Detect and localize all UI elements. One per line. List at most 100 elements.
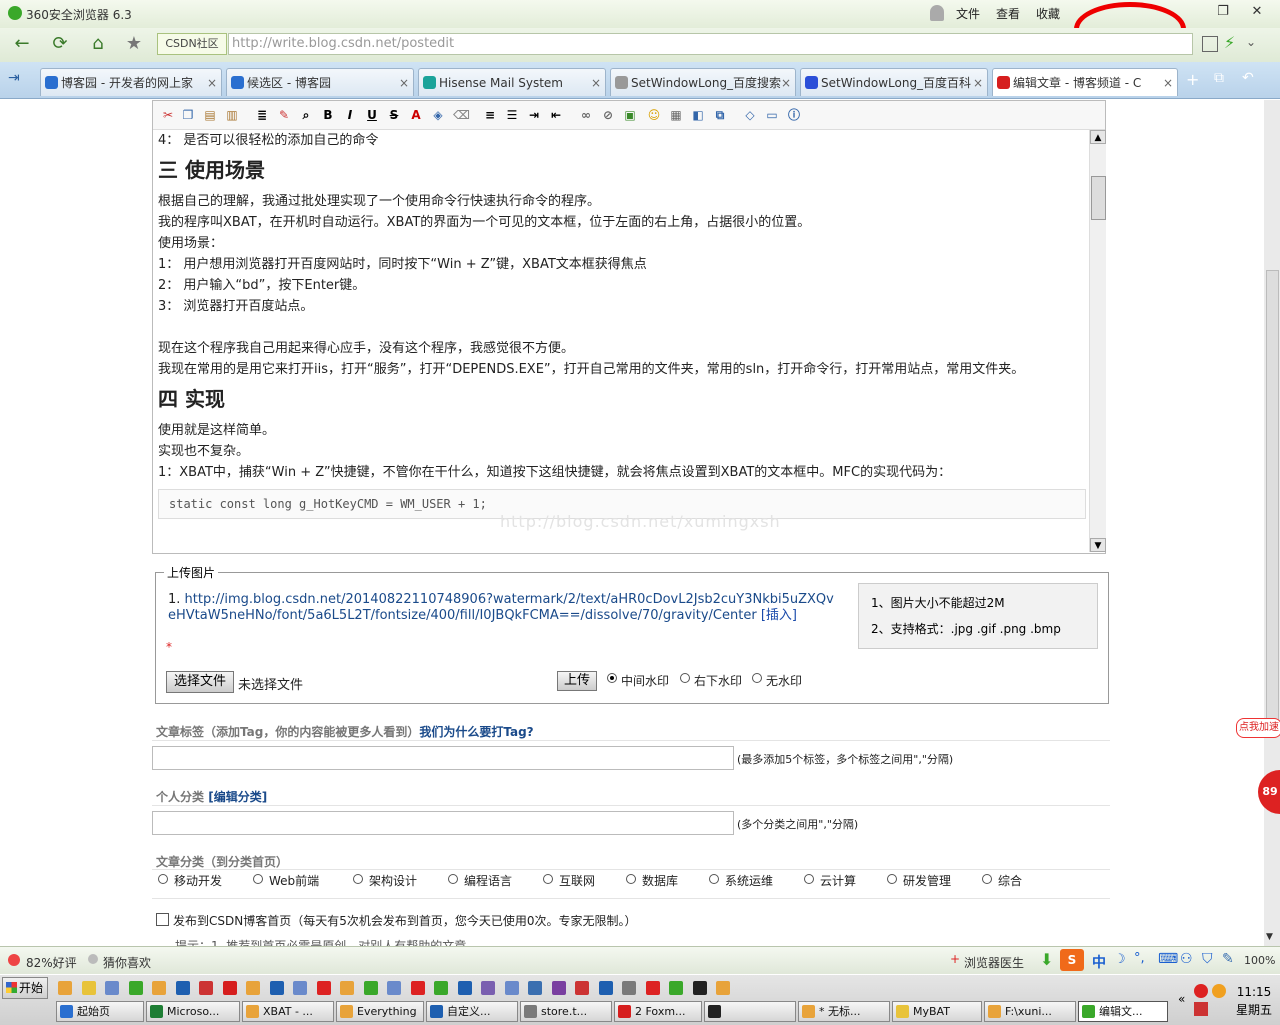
task-button[interactable]: MyBAT xyxy=(892,1001,982,1022)
category-radio[interactable] xyxy=(253,874,263,884)
format-brush-icon[interactable]: ✎ xyxy=(277,108,291,122)
quick-launch-icon[interactable] xyxy=(199,981,213,995)
tray-app-icon[interactable] xyxy=(1212,984,1226,998)
keyboard-icon[interactable]: ⌨ xyxy=(1158,951,1178,967)
scroll-down-icon[interactable]: ▼ xyxy=(1090,538,1106,552)
task-button[interactable]: 2 Foxm... xyxy=(614,1001,702,1022)
tab[interactable]: SetWindowLong_百度搜索 × xyxy=(610,68,796,96)
ime-mode[interactable]: 中 xyxy=(1092,952,1106,972)
quick-launch-icon[interactable] xyxy=(551,981,566,995)
download-icon[interactable]: ⬇ xyxy=(1040,950,1053,969)
editor-scrollbar[interactable]: ▲ ▼ xyxy=(1089,130,1106,552)
quick-launch-icon[interactable] xyxy=(293,981,307,995)
quick-launch-icon[interactable] xyxy=(152,981,166,995)
shirt-icon[interactable]: ⛉ xyxy=(1202,951,1213,967)
punctuation-icon[interactable]: °, xyxy=(1134,951,1145,966)
personal-category-input[interactable] xyxy=(152,811,734,835)
background-color-icon[interactable]: ◈ xyxy=(431,108,445,122)
quick-launch-icon[interactable] xyxy=(128,981,143,995)
page-scroll-down-icon[interactable]: ▼ xyxy=(1266,932,1273,942)
category-radio[interactable] xyxy=(982,874,992,884)
tab[interactable]: 博客园 - 开发者的网上家 × xyxy=(40,68,222,96)
task-button[interactable]: * 无标... xyxy=(798,1001,890,1022)
cut-icon[interactable]: ✂ xyxy=(161,108,175,122)
task-button[interactable]: 自定义... xyxy=(426,1001,518,1022)
indent-icon[interactable]: ⇥ xyxy=(527,108,541,122)
speed-ball[interactable]: 89 xyxy=(1258,770,1280,814)
paste-word-icon[interactable]: ≣ xyxy=(255,108,269,122)
tab[interactable]: 候选区 - 博客园 × xyxy=(226,68,414,96)
quick-launch-icon[interactable] xyxy=(622,981,636,995)
restore-icon[interactable]: ❐ xyxy=(1212,4,1234,22)
copy-icon[interactable]: ❐ xyxy=(181,108,195,122)
quick-launch-icon[interactable] xyxy=(504,981,519,995)
home-icon[interactable]: ⌂ xyxy=(86,32,110,56)
edit-category-link[interactable]: [编辑分类] xyxy=(208,790,267,804)
tab-list-icon[interactable]: ⧉ xyxy=(1214,70,1224,86)
tab-close-icon[interactable]: × xyxy=(207,69,217,96)
chevron-down-icon[interactable]: ⌄ xyxy=(1246,35,1256,49)
clock[interactable]: 11:15 星期五 xyxy=(1232,983,1276,1019)
paste-text-icon[interactable]: ▥ xyxy=(225,108,239,122)
scroll-thumb[interactable] xyxy=(1091,176,1106,220)
tab-close-icon[interactable]: × xyxy=(591,69,601,96)
quick-launch-icon[interactable] xyxy=(222,981,237,995)
task-button[interactable]: XBAT - ... xyxy=(242,1001,334,1022)
tab-close-icon[interactable]: × xyxy=(973,69,983,96)
source-icon[interactable]: ◇ xyxy=(743,108,757,122)
attachment-icon[interactable]: ⧉ xyxy=(713,108,727,122)
table-icon[interactable]: ▦ xyxy=(669,108,683,122)
bold-icon[interactable]: B xyxy=(321,108,335,122)
quick-launch-icon[interactable] xyxy=(669,981,683,995)
task-button[interactable]: 起始页 xyxy=(56,1001,144,1022)
outdent-icon[interactable]: ⇤ xyxy=(549,108,563,122)
speed-icon[interactable]: ⚡ xyxy=(1224,33,1235,52)
quick-launch-icon[interactable] xyxy=(528,981,542,995)
tools-icon[interactable]: ✎ xyxy=(1222,951,1234,967)
refresh-icon[interactable]: ⟳ xyxy=(48,32,72,56)
code-block-icon[interactable]: ◧ xyxy=(691,108,705,122)
close-icon[interactable]: ✕ xyxy=(1246,4,1268,22)
tray-app-icon[interactable] xyxy=(1194,984,1208,998)
tray-expand-icon[interactable]: « xyxy=(1178,992,1185,1006)
quick-launch-icon[interactable] xyxy=(81,981,96,995)
strikethrough-icon[interactable]: S xyxy=(387,108,401,122)
tab[interactable]: SetWindowLong_百度百科 × xyxy=(800,68,988,96)
font-color-icon[interactable]: A xyxy=(409,108,423,122)
sidebar-toggle-icon[interactable]: ⇥ xyxy=(8,70,20,86)
star-icon[interactable]: ★ xyxy=(122,32,146,56)
unlink-icon[interactable]: ⊘ xyxy=(601,108,615,122)
about-icon[interactable]: ⓘ xyxy=(787,108,801,122)
emoticon-icon[interactable]: ☺ xyxy=(647,108,661,122)
page-scrollbar[interactable]: ▼ xyxy=(1264,100,1280,946)
person-icon[interactable]: ⚇ xyxy=(1180,951,1193,967)
quick-launch-icon[interactable] xyxy=(598,981,613,995)
quick-launch-icon[interactable] xyxy=(692,981,707,995)
menu-favorites[interactable]: 收藏 xyxy=(1036,5,1060,22)
eraser-icon[interactable]: ⌫ xyxy=(453,108,470,122)
doctor-text[interactable]: 浏览器医生 xyxy=(964,954,1024,971)
user-icon[interactable] xyxy=(930,5,944,21)
quick-launch-icon[interactable] xyxy=(434,981,448,995)
task-button[interactable]: Microso... xyxy=(146,1001,240,1022)
start-button[interactable]: 开始 xyxy=(2,977,48,999)
quick-launch-icon[interactable] xyxy=(575,981,589,995)
watermark-none-radio[interactable] xyxy=(752,673,762,683)
insert-link[interactable]: [插入] xyxy=(761,608,797,623)
align-left-icon[interactable]: ≡ xyxy=(483,108,497,122)
undo-close-icon[interactable]: ↶ xyxy=(1242,70,1254,86)
tags-input[interactable] xyxy=(152,746,734,770)
quick-launch-icon[interactable] xyxy=(269,981,284,995)
zoom-level[interactable]: 100% xyxy=(1244,954,1275,967)
quick-launch-icon[interactable] xyxy=(246,981,260,995)
category-radio[interactable] xyxy=(887,874,897,884)
address-input[interactable]: http://write.blog.csdn.net/postedit xyxy=(228,33,1193,55)
category-radio[interactable] xyxy=(543,874,553,884)
watermark-bottomright-radio[interactable] xyxy=(680,673,690,683)
quick-launch-icon[interactable] xyxy=(316,981,331,995)
tab[interactable]: 编辑文章 - 博客频道 - C × xyxy=(992,68,1178,96)
category-radio[interactable] xyxy=(353,874,363,884)
quick-launch-icon[interactable] xyxy=(645,981,660,995)
quick-launch-icon[interactable] xyxy=(340,981,354,995)
quick-launch-icon[interactable] xyxy=(363,981,378,995)
